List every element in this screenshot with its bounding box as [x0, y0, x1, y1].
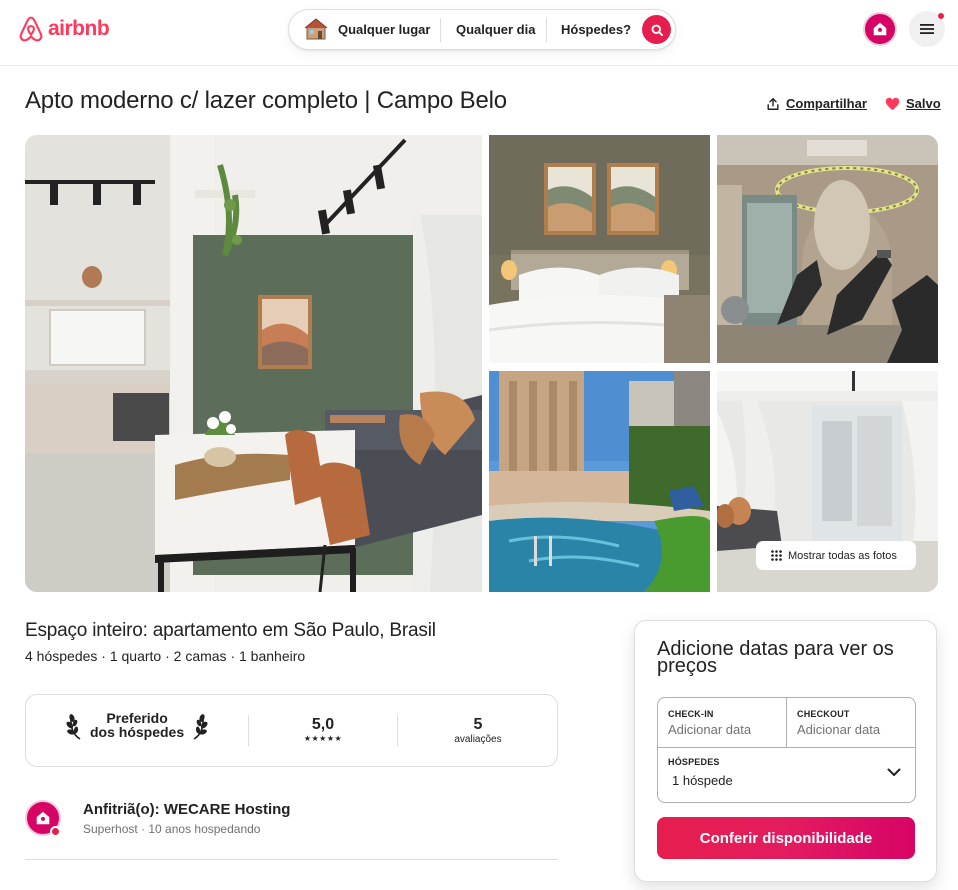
laurel-right-icon — [193, 714, 208, 740]
menu-icon — [920, 24, 934, 34]
photo-living-room[interactable] — [25, 135, 482, 592]
checkin-label: CHECK-IN — [668, 709, 714, 719]
reviews-label: avaliações — [454, 734, 502, 745]
photo-pool[interactable] — [489, 371, 710, 592]
save-label: Salvo — [906, 96, 941, 111]
host-subtitle: Superhost · 10 anos hospedando — [83, 822, 261, 836]
heart-icon — [885, 97, 900, 110]
booking-title: Adicione datas para ver os preços — [657, 638, 894, 677]
photo-gym[interactable] — [717, 135, 938, 363]
rating-score: 5,0 ★★★★★ — [284, 716, 362, 744]
reviews-count[interactable]: 5 avaliações — [438, 716, 518, 746]
host-avatar-icon — [873, 22, 887, 36]
share-button[interactable]: Compartilhar — [766, 96, 867, 111]
guest-favorite-line2: dos hóspedes — [90, 724, 185, 740]
search-button[interactable] — [642, 15, 671, 44]
guest-favorite-badge: Preferido dos hóspedes — [66, 709, 208, 741]
logo-wordmark: airbnb — [48, 17, 110, 40]
airbnb-logo[interactable]: airbnb — [17, 15, 110, 43]
listing-title: Apto moderno c/ lazer completo | Campo B… — [25, 87, 507, 114]
space-details: 4 hóspedes · 1 quarto · 2 camas · 1 banh… — [25, 648, 306, 664]
guests-value: 1 hóspede — [672, 773, 733, 788]
date-guest-picker: CHECK-IN Adicionar data CHECKOUT Adicion… — [657, 697, 916, 803]
checkout-label: CHECKOUT — [797, 709, 850, 719]
booking-card: Adicione datas para ver os preços CHECK-… — [634, 620, 937, 882]
notification-dot — [937, 12, 945, 20]
rating-value: 5,0 — [311, 716, 335, 733]
guests-label: HÓSPEDES — [668, 757, 720, 767]
show-all-photos-label: Mostrar todas as fotos — [788, 549, 897, 562]
search-bar[interactable]: Qualquer lugar Qualquer dia Hóspedes? — [288, 9, 676, 50]
search-who[interactable]: Hóspedes? — [561, 22, 631, 37]
checkout-field[interactable]: CHECKOUT Adicionar data — [787, 698, 915, 748]
space-title: Espaço inteiro: apartamento em São Paulo… — [25, 620, 436, 641]
rating-stars: ★★★★★ — [303, 734, 343, 743]
host-name: Anfitriã(o): WECARE Hosting — [83, 801, 291, 818]
grid-dots-icon — [771, 550, 782, 561]
photo-bedroom[interactable] — [489, 135, 710, 363]
checkin-field[interactable]: CHECK-IN Adicionar data — [658, 698, 787, 748]
save-button[interactable]: Salvo — [885, 96, 941, 111]
guest-favorite-line1: Preferido — [106, 710, 168, 726]
search-divider — [440, 18, 441, 42]
share-icon — [767, 97, 779, 110]
search-when[interactable]: Qualquer dia — [456, 22, 535, 37]
share-label: Compartilhar — [786, 96, 867, 111]
highlight-divider — [397, 715, 398, 746]
highlight-divider — [248, 715, 249, 746]
checkout-placeholder: Adicionar data — [797, 722, 881, 737]
host-avatar-button[interactable] — [863, 12, 897, 46]
chevron-down-icon — [887, 768, 901, 776]
checkin-placeholder: Adicionar data — [668, 722, 752, 737]
top-header: airbnb Qualquer lugar Qualquer dia Hóspe… — [0, 0, 958, 66]
guests-select[interactable]: HÓSPEDES 1 hóspede — [658, 748, 915, 802]
search-where[interactable]: Qualquer lugar — [338, 22, 430, 37]
laurel-left-icon — [66, 714, 81, 740]
section-divider — [25, 859, 558, 860]
host-logo-icon — [36, 811, 50, 825]
house-icon — [304, 17, 328, 46]
superhost-badge-icon — [50, 826, 61, 837]
search-divider — [546, 18, 547, 42]
search-icon — [651, 24, 663, 36]
show-all-photos-button[interactable]: Mostrar todas as fotos — [756, 541, 916, 570]
airbnb-logo-icon — [19, 16, 43, 42]
guest-favorite-box[interactable]: Preferido dos hóspedes 5,0 ★★★★★ 5 avali… — [25, 694, 558, 767]
reviews-number: 5 — [473, 716, 483, 733]
check-availability-button[interactable]: Conferir disponibilidade — [657, 817, 915, 859]
